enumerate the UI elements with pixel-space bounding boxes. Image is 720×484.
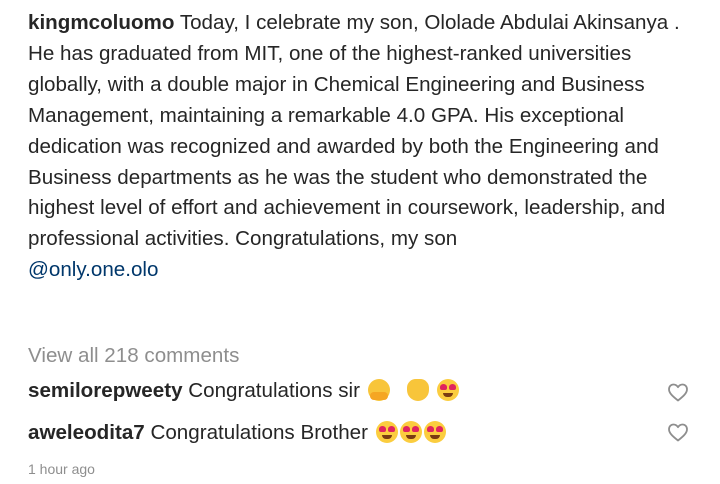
hugging-face-icon: [367, 379, 390, 401]
like-comment-heart-icon[interactable]: [666, 380, 690, 404]
post-author-username[interactable]: kingmcoluomo: [28, 11, 174, 34]
comment-item: semilorepweety Congratulations sir: [28, 377, 460, 405]
comment-username[interactable]: semilorepweety: [28, 379, 183, 402]
caption-text: Today, I celebrate my son, Ololade Abdul…: [28, 11, 680, 251]
comment-item: aweleodita7 Congratulations Brother: [28, 419, 446, 447]
post-caption: kingmcoluomo Today, I celebrate my son, …: [28, 8, 708, 286]
heart-eyes-icon: [423, 421, 446, 443]
clapping-hands-icon: [407, 379, 430, 401]
heart-eyes-icon: [375, 421, 398, 443]
comment-username[interactable]: aweleodita7: [28, 421, 145, 444]
like-comment-heart-icon[interactable]: [666, 420, 690, 444]
comment-text: Congratulations sir: [188, 379, 360, 402]
view-all-comments-link[interactable]: View all 218 comments: [28, 342, 239, 370]
post-timestamp: 1 hour ago: [28, 461, 95, 477]
heart-eyes-icon: [437, 379, 460, 401]
heart-eyes-icon: [399, 421, 422, 443]
previous-content-edge: [28, 0, 88, 2]
comment-text: Congratulations Brother: [150, 421, 368, 444]
caption-mention-link[interactable]: @only.one.olo: [28, 258, 158, 281]
